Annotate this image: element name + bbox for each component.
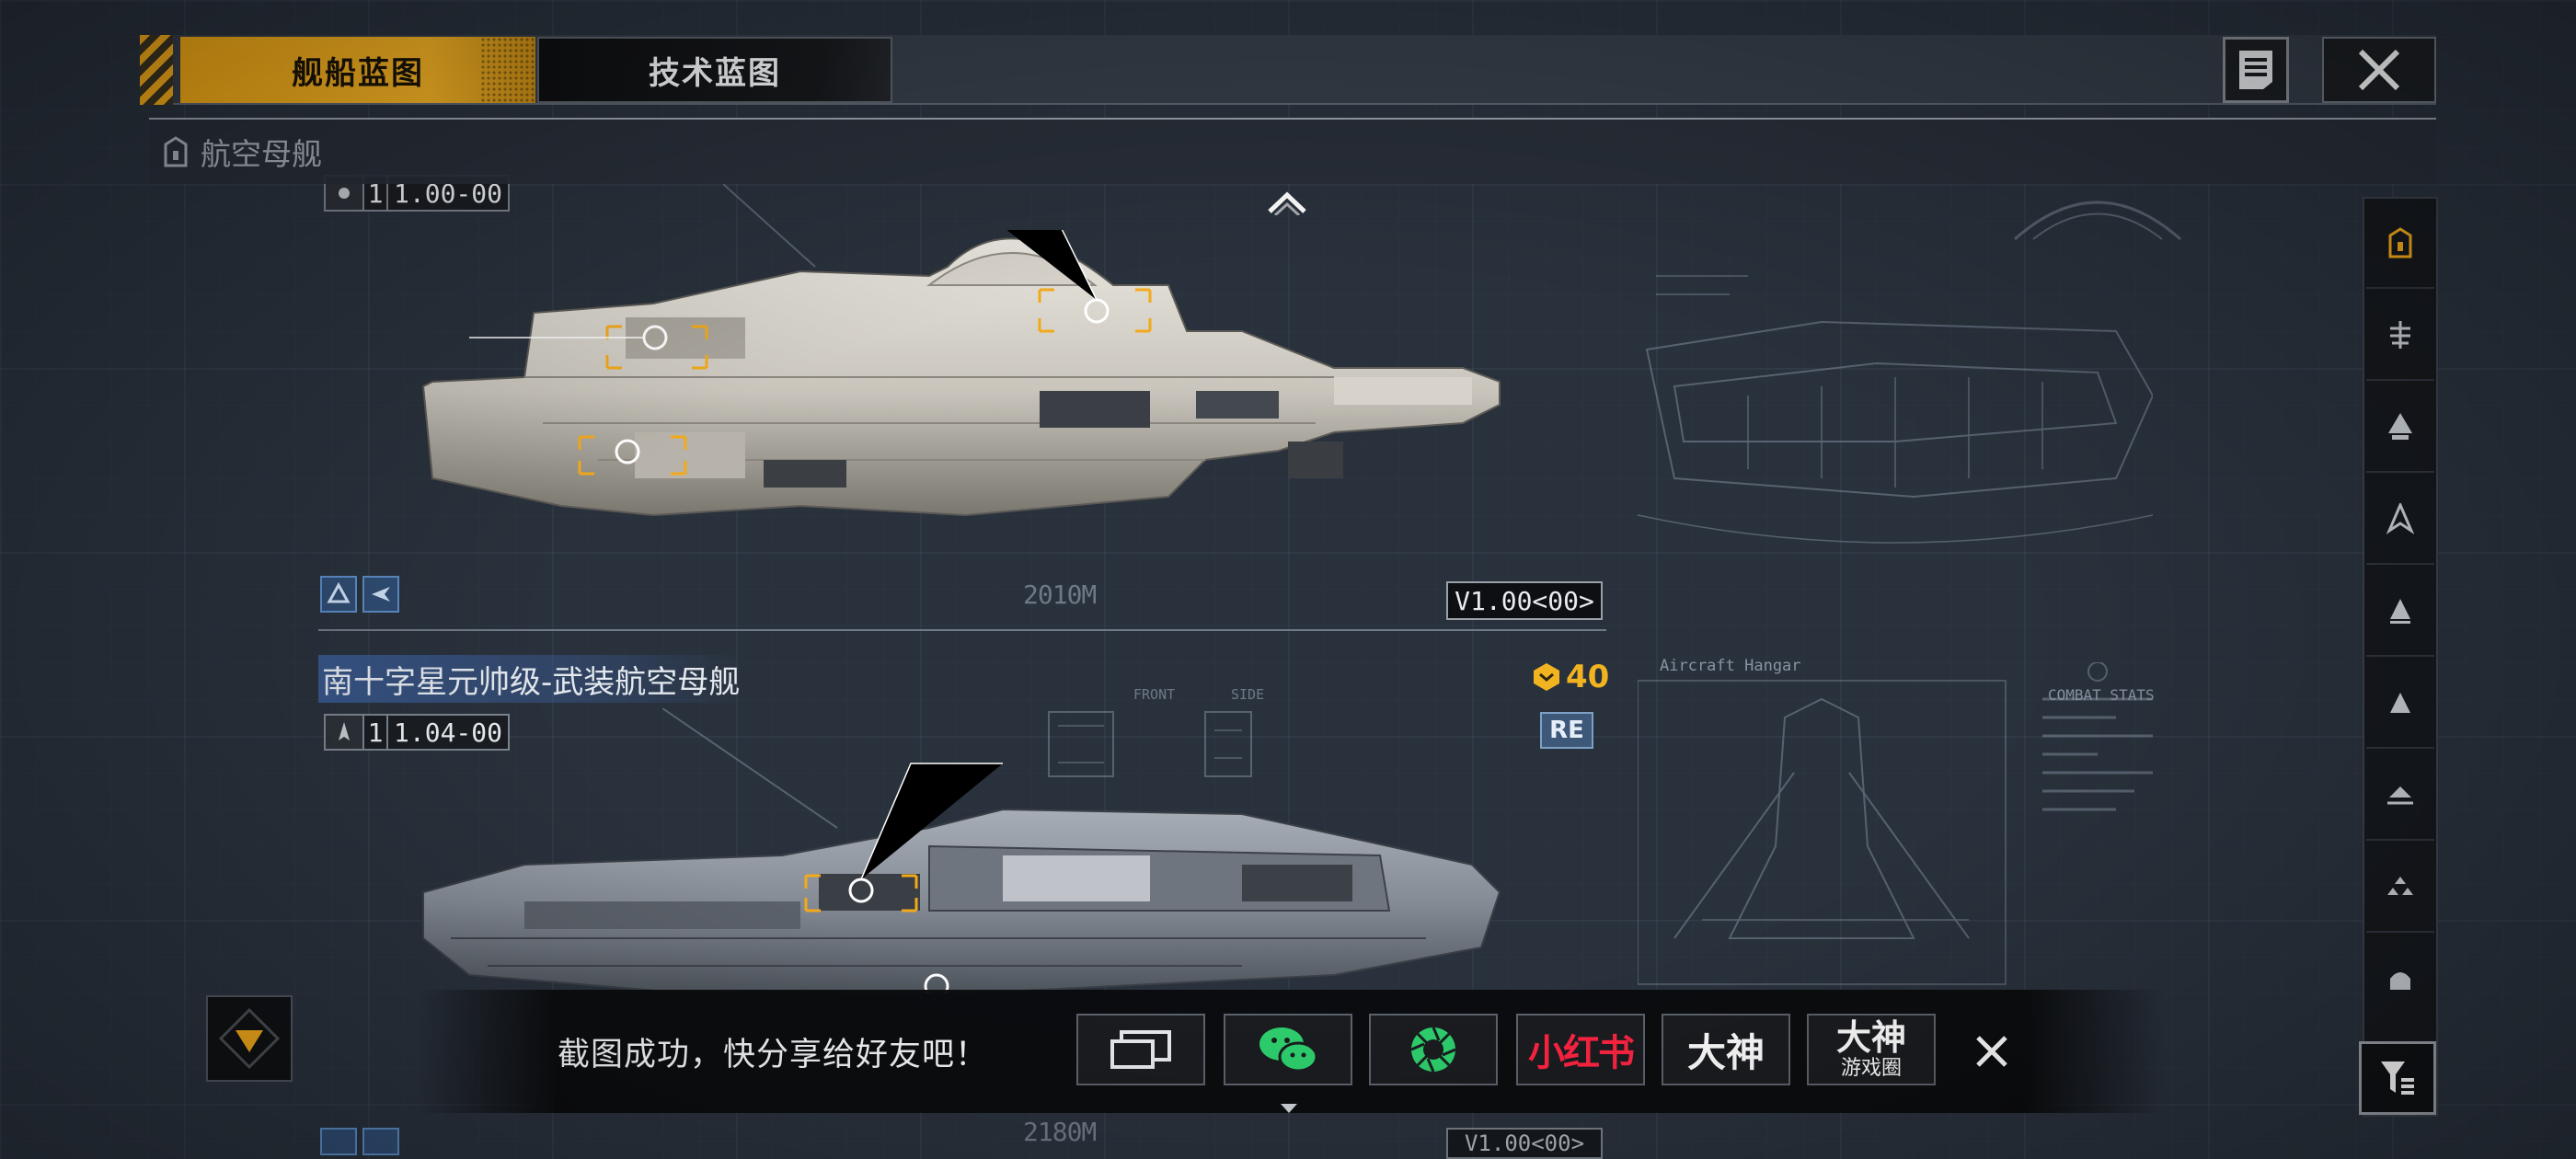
log-button[interactable]	[2223, 37, 2289, 103]
expand-toggle-button[interactable]	[206, 995, 293, 1082]
dashen-circle-top: 大神	[1835, 1017, 1906, 1058]
wechat-icon	[1259, 1027, 1318, 1073]
collapse-chevron-icon[interactable]	[1266, 188, 1308, 215]
carrier-icon	[2388, 227, 2412, 258]
ship-name-title: 南十字星元帅级-武装航空母舰	[318, 655, 744, 703]
lower-scale-text: 2180M	[1023, 1117, 1097, 1147]
close-button[interactable]	[2322, 37, 2436, 103]
category-bar: 航空母舰	[149, 118, 2436, 184]
lower-ship-code-prefix: 1	[362, 716, 386, 749]
side-view-label: SIDE	[1231, 686, 1265, 703]
share-screenshot-button[interactable]	[1076, 1014, 1205, 1085]
support-role-icon	[320, 576, 357, 613]
triangle-down-icon	[218, 1007, 281, 1070]
tab-ship-blueprint[interactable]: 舰船蓝图	[180, 37, 535, 103]
top-bar-stripe	[140, 35, 173, 105]
dashen-circle-logo: 大神 游戏圈	[1836, 1020, 1906, 1079]
upper-ship-role-icons	[320, 576, 399, 613]
aircraft-hangar-label: Aircraft Hangar	[1660, 657, 1801, 675]
share-dashen-circle-button[interactable]: 大神 游戏圈	[1807, 1014, 1936, 1085]
share-moments-button[interactable]	[1369, 1014, 1498, 1085]
command-cost-badge: 40	[1531, 659, 1609, 695]
screenshot-share-icon	[1110, 1030, 1171, 1069]
blueprint-wireframe-upper	[1638, 275, 2153, 544]
destroyer-icon	[2386, 503, 2414, 534]
front-view-label: FRONT	[1133, 686, 1176, 703]
aircraft-role-icon	[362, 1128, 399, 1155]
combat-stats-label: COMBAT STATS	[2048, 686, 2155, 704]
filter-icon	[2381, 1061, 2414, 1095]
aircraft-role-icon	[362, 576, 399, 613]
fighter-icon	[2387, 786, 2413, 805]
chevron-down-icon	[1281, 1104, 1297, 1113]
sidebar-item-carrier[interactable]	[2366, 199, 2434, 289]
sidebar-item-destroyer[interactable]	[2366, 475, 2434, 565]
corvette-icon	[2390, 693, 2410, 713]
sidebar-item-fighter[interactable]	[2366, 751, 2434, 841]
upper-ship-callout-line	[723, 184, 816, 268]
upper-scale-line	[318, 629, 1606, 631]
command-cost-value: 40	[1566, 659, 1610, 695]
support-role-icon	[320, 1128, 357, 1155]
share-wechat-button[interactable]	[1224, 1014, 1352, 1085]
filter-button[interactable]	[2359, 1041, 2436, 1115]
sidebar-item-frigate[interactable]	[2366, 567, 2434, 657]
lower-ship-code: 1 1.04-00	[324, 714, 511, 751]
category-label: 航空母舰	[201, 136, 322, 172]
toast-message: 截图成功，快分享给好友吧！	[558, 1037, 989, 1073]
upper-scale-text: 2010M	[1023, 580, 1097, 610]
module-icon	[2390, 972, 2410, 990]
cost-icon	[1534, 663, 1559, 691]
squad-icon	[2387, 877, 2413, 895]
re-badge: RE	[1540, 712, 1593, 749]
sidebar-item-cruiser[interactable]	[2366, 383, 2434, 473]
sidebar-item-corvette[interactable]	[2366, 659, 2434, 749]
sidebar-item-module[interactable]	[2366, 935, 2434, 1025]
carrier-class-icon	[326, 716, 362, 749]
share-xiaohongshu-button[interactable]: 小红书	[1516, 1014, 1645, 1085]
tab-tech-blueprint[interactable]: 技术蓝图	[537, 37, 892, 103]
sidebar-item-battleship[interactable]	[2366, 291, 2434, 381]
lower-ship-model[interactable]	[414, 754, 1509, 993]
toast-close-icon[interactable]	[1969, 1028, 2015, 1074]
upper-ship-model[interactable]	[414, 230, 1509, 534]
frigate-icon	[2390, 599, 2410, 624]
upper-version-box: V1.00<00>	[1446, 581, 1603, 620]
share-dashen-button[interactable]: 大神	[1662, 1014, 1790, 1085]
blueprint-wireframe-lower	[1638, 662, 2153, 985]
sidebar-item-squadron[interactable]	[2366, 843, 2434, 933]
carrier-icon	[164, 136, 188, 167]
next-ship-role-icons	[320, 1128, 399, 1155]
lower-ship-code-value: 1.04-00	[386, 716, 508, 749]
xiaohongshu-label: 小红书	[1528, 1032, 1635, 1074]
blueprint-arch	[2014, 201, 2181, 241]
wechat-moments-icon	[1410, 1027, 1456, 1073]
battleship-icon	[2390, 321, 2410, 349]
cruiser-icon	[2388, 413, 2412, 440]
dashen-label: 大神	[1686, 1029, 1765, 1075]
lower-version-box: V1.00<00>	[1446, 1128, 1603, 1159]
document-icon	[2239, 51, 2272, 89]
close-icon	[2358, 49, 2400, 91]
dashen-circle-bottom: 游戏圈	[1840, 1057, 1902, 1080]
